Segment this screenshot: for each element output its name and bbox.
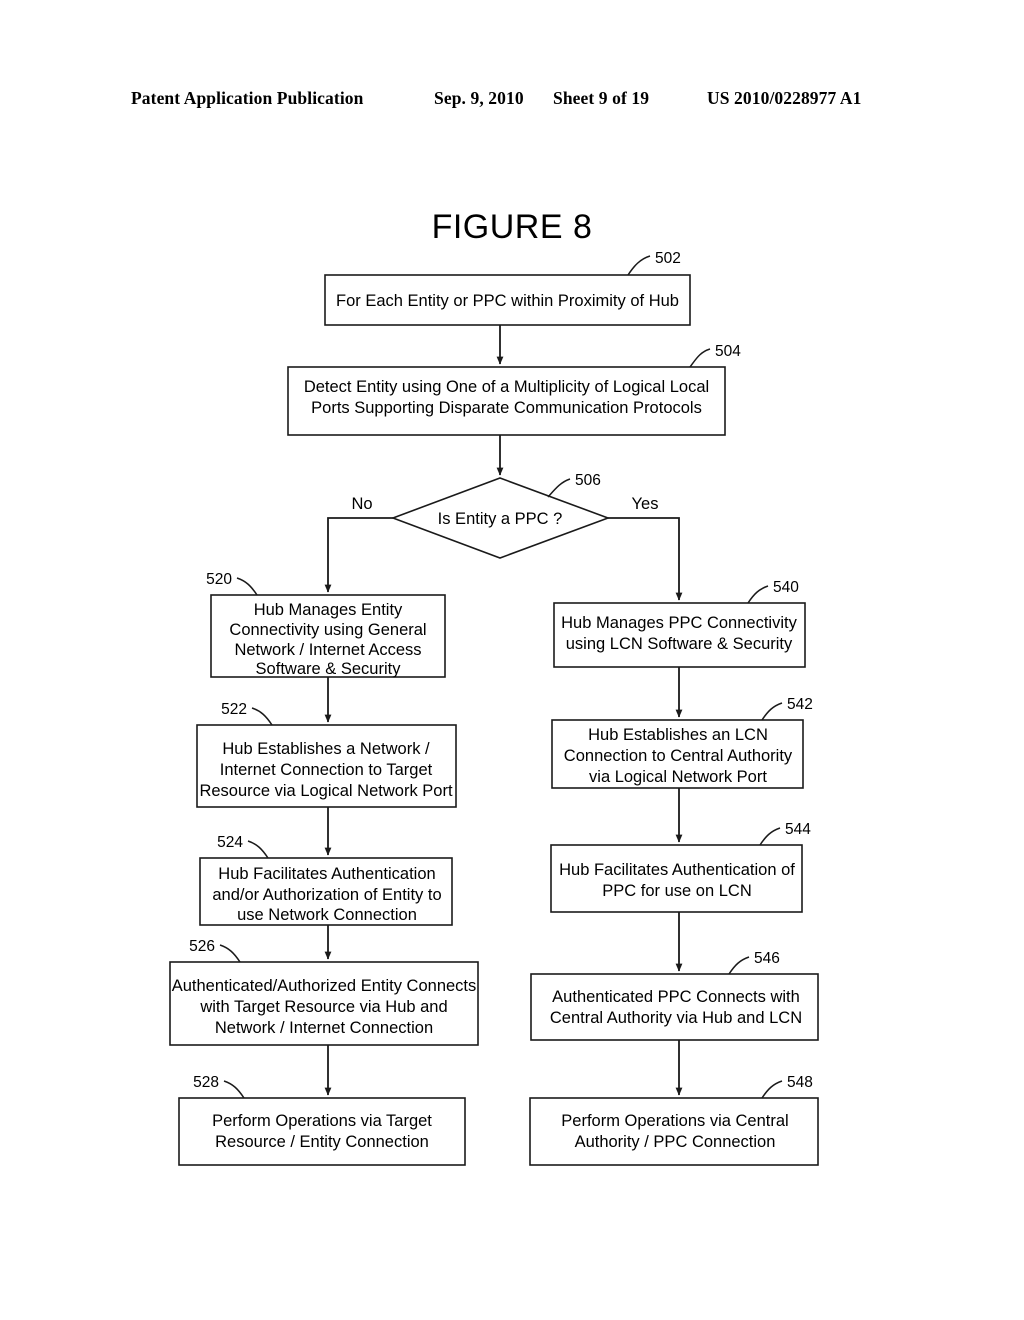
node-542-line-1: Connection to Central Authority <box>564 747 793 765</box>
node-520-line-0: Hub Manages Entity <box>254 601 403 619</box>
connector-506-540-yes <box>608 517 683 601</box>
node-542-ref: 542 <box>787 696 813 713</box>
node-540-ref: 540 <box>773 579 799 596</box>
node-542-line-2: via Logical Network Port <box>589 768 767 786</box>
flow-node-546[interactable]: Authenticated PPC Connects with Central … <box>530 950 819 1041</box>
node-546-ref: 546 <box>754 950 780 967</box>
branch-label-no: No <box>351 495 372 513</box>
node-548-ref: 548 <box>787 1074 813 1091</box>
node-548-box[interactable] <box>529 1097 819 1166</box>
flow-node-524[interactable]: Hub Facilitates Authentication and/or Au… <box>199 834 453 926</box>
flow-node-522[interactable]: Hub Establishes a Network / Internet Con… <box>196 701 457 808</box>
node-548-line-0: Perform Operations via Central <box>561 1112 788 1130</box>
connector-506-520-no <box>324 517 393 593</box>
flow-node-544[interactable]: Hub Facilitates Authentication of PPC fo… <box>550 821 811 913</box>
node-540-leader <box>747 585 769 604</box>
node-502-line-0: For Each Entity or PPC within Proximity … <box>336 292 679 310</box>
node-540-line-1: using LCN Software & Security <box>566 635 793 653</box>
node-544-line-1: PPC for use on LCN <box>602 882 751 900</box>
node-546-box[interactable] <box>530 973 819 1041</box>
node-524-leader <box>247 840 269 859</box>
node-524-line-0: Hub Facilitates Authentication <box>218 865 435 883</box>
node-522-line-1: Internet Connection to Target <box>220 761 433 779</box>
node-528-ref: 528 <box>193 1074 219 1091</box>
node-520-ref: 520 <box>206 571 232 588</box>
node-522-line-2: Resource via Logical Network Port <box>199 782 453 800</box>
branch-label-yes: Yes <box>632 495 659 513</box>
node-544-ref: 544 <box>785 821 811 838</box>
node-506-line-0: Is Entity a PPC ? <box>438 510 563 528</box>
flow-node-520[interactable]: Hub Manages Entity Connectivity using Ge… <box>206 571 446 678</box>
node-528-line-1: Resource / Entity Connection <box>215 1133 429 1151</box>
node-542-leader <box>761 702 783 721</box>
node-526-ref: 526 <box>189 938 215 955</box>
node-524-line-2: use Network Connection <box>237 906 417 924</box>
flow-node-528[interactable]: Perform Operations via Target Resource /… <box>178 1074 466 1166</box>
node-542-line-0: Hub Establishes an LCN <box>588 726 768 744</box>
node-546-leader <box>728 956 750 975</box>
node-526-leader <box>219 944 241 963</box>
node-522-ref: 522 <box>221 701 247 718</box>
node-548-leader <box>761 1080 783 1099</box>
node-506-leader <box>547 478 571 498</box>
node-546-line-0: Authenticated PPC Connects with <box>552 988 800 1006</box>
node-520-leader <box>236 577 258 596</box>
node-506-ref: 506 <box>575 472 601 489</box>
node-522-line-0: Hub Establishes a Network / <box>222 740 430 758</box>
node-524-line-1: and/or Authorization of Entity to <box>212 886 441 904</box>
node-524-ref: 524 <box>217 834 243 851</box>
node-540-line-0: Hub Manages PPC Connectivity <box>561 614 797 632</box>
node-502-ref: 502 <box>655 250 681 267</box>
node-502-leader <box>627 255 651 276</box>
node-548-line-1: Authority / PPC Connection <box>575 1133 776 1151</box>
flowchart-diagram: No Yes For Each Entity or PPC within Pro… <box>169 250 819 1166</box>
node-526-line-2: Network / Internet Connection <box>215 1019 433 1037</box>
node-544-leader <box>759 827 781 846</box>
flow-node-542[interactable]: Hub Establishes an LCN Connection to Cen… <box>551 696 813 789</box>
node-504-line-0: Detect Entity using One of a Multiplicit… <box>304 378 709 396</box>
node-504-line-1: Ports Supporting Disparate Communication… <box>311 399 702 417</box>
node-522-leader <box>251 707 273 726</box>
node-504-leader <box>689 348 711 368</box>
node-520-line-1: Connectivity using General <box>229 621 426 639</box>
flow-node-506[interactable]: Is Entity a PPC ? 506 <box>390 472 611 559</box>
node-546-line-1: Central Authority via Hub and LCN <box>550 1009 802 1027</box>
node-504-ref: 504 <box>715 343 741 360</box>
flow-node-548[interactable]: Perform Operations via Central Authority… <box>529 1074 819 1166</box>
node-528-leader <box>223 1080 245 1099</box>
flow-node-504[interactable]: Detect Entity using One of a Multiplicit… <box>287 343 741 436</box>
node-528-line-0: Perform Operations via Target <box>212 1112 432 1130</box>
flow-node-502[interactable]: For Each Entity or PPC within Proximity … <box>324 250 691 326</box>
node-520-line-3: Software & Security <box>256 660 402 678</box>
node-544-line-0: Hub Facilitates Authentication of <box>559 861 795 879</box>
node-526-line-1: with Target Resource via Hub and <box>199 998 447 1016</box>
flow-node-526[interactable]: Authenticated/Authorized Entity Connects… <box>169 938 479 1046</box>
node-526-line-0: Authenticated/Authorized Entity Connects <box>172 977 477 995</box>
node-520-line-2: Network / Internet Access <box>234 641 421 659</box>
node-528-box[interactable] <box>178 1097 466 1166</box>
